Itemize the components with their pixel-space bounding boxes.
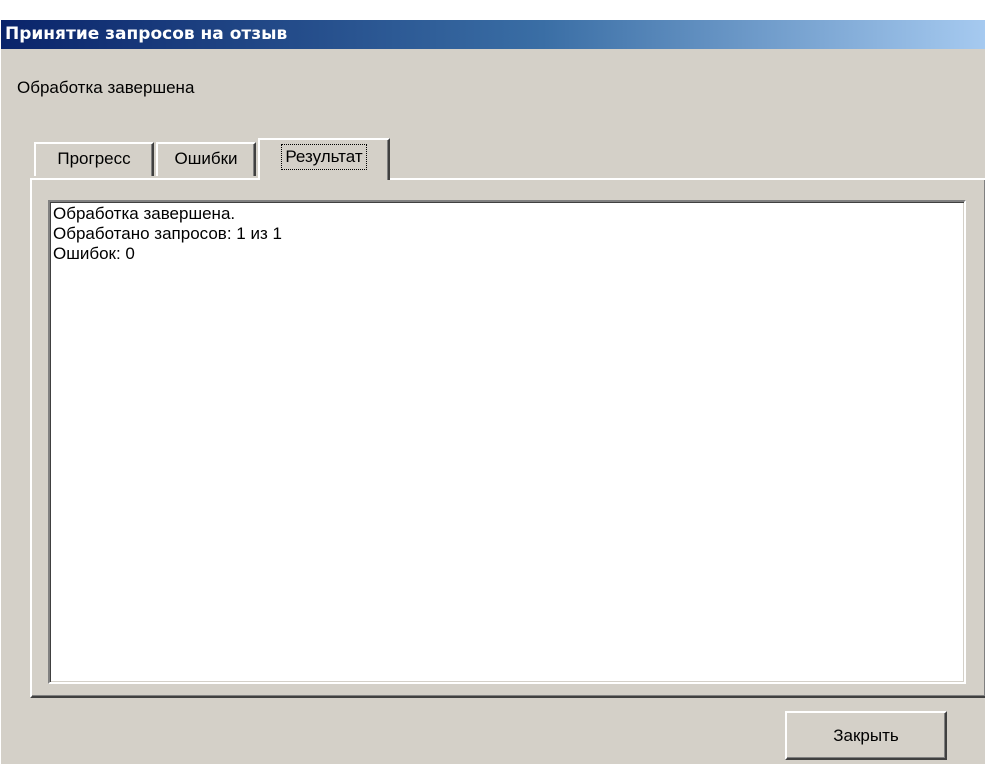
tab-progress[interactable]: Прогресс	[34, 142, 154, 176]
title-bar: Принятие запросов на отзыв	[1, 20, 985, 49]
result-textarea[interactable]: Обработка завершена. Обработано запросов…	[48, 200, 966, 684]
status-text: Обработка завершена	[17, 78, 195, 97]
tab-result[interactable]: Результат	[258, 138, 390, 180]
result-line: Ошибок: 0	[53, 244, 135, 263]
tab-result-label: Результат	[281, 144, 367, 170]
result-line: Обработано запросов: 1 из 1	[53, 224, 282, 243]
close-button-label: Закрыть	[833, 726, 899, 745]
top-strip	[1, 0, 985, 20]
tab-panel-result: Обработка завершена. Обработано запросов…	[30, 178, 985, 698]
close-button[interactable]: Закрыть	[785, 711, 947, 760]
result-line: Обработка завершена.	[53, 204, 236, 223]
dialog-window: Принятие запросов на отзыв Обработка зав…	[0, 0, 985, 764]
tab-errors[interactable]: Ошибки	[156, 142, 256, 176]
window-title: Принятие запросов на отзыв	[5, 24, 288, 44]
tab-progress-label: Прогресс	[57, 149, 131, 168]
tab-errors-label: Ошибки	[174, 149, 238, 168]
